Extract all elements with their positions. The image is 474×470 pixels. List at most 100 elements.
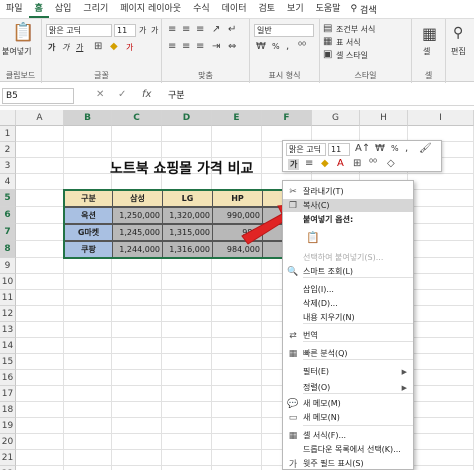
editing-button[interactable]: 편집 bbox=[451, 46, 466, 57]
column-header-e[interactable]: E bbox=[212, 110, 262, 126]
mini-percent-button[interactable]: % bbox=[391, 144, 399, 153]
paste-label[interactable]: 붙여넣기 bbox=[2, 46, 31, 57]
menu-item-clear[interactable]: 내용 지우기(N) bbox=[283, 311, 413, 324]
table-row-label[interactable]: 쿠팡 bbox=[64, 241, 113, 258]
formula-input[interactable]: 구분 bbox=[168, 88, 185, 104]
row-header-11[interactable]: 11 bbox=[0, 290, 16, 306]
font-name-select[interactable]: 맑은 고딕 bbox=[46, 24, 112, 37]
table-cell[interactable]: 1,244,000 bbox=[112, 241, 163, 258]
search-box[interactable]: ⚲ 검색 bbox=[350, 3, 376, 16]
row-header-7[interactable]: 7 bbox=[0, 224, 16, 241]
row-header-20[interactable]: 20 bbox=[0, 434, 16, 450]
row-header-19[interactable]: 19 bbox=[0, 418, 16, 434]
currency-icon[interactable]: ₩ bbox=[256, 41, 266, 53]
function-icon[interactable]: fx bbox=[142, 89, 151, 100]
mini-bold-button[interactable]: 가 bbox=[288, 159, 300, 170]
row-header-22[interactable]: 22 bbox=[0, 466, 16, 470]
tab-draw[interactable]: 그리기 bbox=[77, 0, 114, 18]
cell-style-button[interactable]: 셀 스타일 bbox=[336, 50, 368, 61]
tab-file[interactable]: 파일 bbox=[0, 0, 29, 18]
align-top-icon[interactable]: ≡ bbox=[168, 24, 176, 36]
mini-font-select[interactable]: 맑은 고딕 bbox=[286, 143, 326, 156]
row-header-8[interactable]: 8 bbox=[0, 241, 16, 258]
table-row-label[interactable]: 옥션 bbox=[64, 207, 113, 224]
column-header-h[interactable]: H bbox=[360, 110, 408, 126]
column-header-d[interactable]: D bbox=[162, 110, 212, 126]
tab-view[interactable]: 보기 bbox=[281, 0, 310, 18]
find-icon[interactable]: ⚲ bbox=[453, 25, 463, 41]
row-header-3[interactable]: 3 bbox=[0, 158, 16, 174]
row-header-17[interactable]: 17 bbox=[0, 386, 16, 402]
row-header-6[interactable]: 6 bbox=[0, 207, 16, 224]
table-format-icon[interactable]: ▦ bbox=[323, 36, 332, 48]
column-header-f[interactable]: F bbox=[262, 110, 312, 126]
conditional-format-icon[interactable]: ▤ bbox=[323, 23, 332, 35]
align-left-icon[interactable]: ≡ bbox=[168, 41, 176, 53]
menu-item-dropdown-pick[interactable]: 드롭다운 목록에서 선택(K)... bbox=[283, 443, 413, 456]
menu-item-insert[interactable]: 삽입(I)... bbox=[283, 283, 413, 296]
menu-item-paste-special[interactable]: 선택하여 붙여넣기(S)... bbox=[283, 251, 413, 264]
font-shrink-button[interactable]: 가 bbox=[151, 25, 158, 36]
row-header-16[interactable]: 16 bbox=[0, 370, 16, 386]
mini-fill-icon[interactable]: ◆ bbox=[321, 158, 329, 170]
select-all-corner[interactable] bbox=[0, 110, 16, 126]
table-cell[interactable]: 1,316,000 bbox=[162, 241, 213, 258]
mini-border-icon[interactable]: ⊞ bbox=[353, 158, 361, 170]
table-row-label[interactable]: G마켓 bbox=[64, 224, 113, 241]
row-header-4[interactable]: 4 bbox=[0, 174, 16, 190]
menu-item-sort[interactable]: 정렬(O) ▶ bbox=[283, 381, 413, 394]
tab-data[interactable]: 데이터 bbox=[216, 0, 253, 18]
number-format-select[interactable]: 일반 bbox=[254, 24, 314, 37]
align-middle-icon[interactable]: ≡ bbox=[182, 24, 190, 36]
indent-icon[interactable]: ⇥ bbox=[212, 41, 220, 53]
mini-comma-icon[interactable]: , bbox=[405, 143, 408, 155]
row-header-2[interactable]: 2 bbox=[0, 142, 16, 158]
orientation-icon[interactable]: ↗ bbox=[212, 24, 220, 36]
table-header-cell[interactable]: 삼성 bbox=[112, 190, 163, 207]
wrap-text-icon[interactable]: ↵ bbox=[228, 24, 236, 36]
comma-icon[interactable]: , bbox=[286, 41, 289, 53]
mini-align-icon[interactable]: ≡ bbox=[305, 158, 313, 170]
row-header-13[interactable]: 13 bbox=[0, 322, 16, 338]
tab-home[interactable]: 홈 bbox=[28, 0, 49, 18]
table-cell[interactable]: 1,250,000 bbox=[112, 207, 163, 224]
mini-eraser-icon[interactable]: ◇ bbox=[387, 158, 395, 170]
menu-item-new-note[interactable]: ▭ 새 메모(N) bbox=[283, 411, 413, 424]
menu-item-scissors[interactable]: ✂ 잘라내기(T) bbox=[283, 185, 413, 198]
column-header-i[interactable]: I bbox=[408, 110, 474, 126]
mini-painter-icon[interactable]: 🖌 bbox=[419, 143, 432, 155]
row-header-21[interactable]: 21 bbox=[0, 450, 16, 466]
mini-decimal-icon[interactable]: ⁰⁰ bbox=[369, 158, 377, 170]
italic-button[interactable]: 가 bbox=[62, 42, 69, 53]
column-header-a[interactable]: A bbox=[16, 110, 64, 126]
fill-color-icon[interactable]: ◆ bbox=[110, 41, 118, 53]
menu-item-filter[interactable]: 필터(E) ▶ bbox=[283, 365, 413, 378]
cells-button[interactable]: 셀 bbox=[423, 46, 430, 57]
column-header-c[interactable]: C bbox=[112, 110, 162, 126]
align-bottom-icon[interactable]: ≡ bbox=[196, 24, 204, 36]
sheet-title[interactable]: 노트북 쇼핑몰 가격 비교 bbox=[110, 158, 253, 178]
table-format-button[interactable]: 표 서식 bbox=[336, 37, 361, 48]
column-header-b[interactable]: B bbox=[64, 110, 112, 126]
align-right-icon[interactable]: ≡ bbox=[196, 41, 204, 53]
mini-grow-icon[interactable]: A↑ bbox=[355, 143, 370, 155]
mini-size-select[interactable]: 11 bbox=[328, 143, 350, 156]
menu-item-format-cells[interactable]: ▦ 셀 서식(F)... bbox=[283, 429, 413, 442]
menu-item-new-comment[interactable]: 💬 새 메모(M) bbox=[283, 397, 413, 410]
menu-item-clipboard[interactable]: 📋 bbox=[283, 228, 413, 246]
tab-formulas[interactable]: 수식 bbox=[187, 0, 216, 18]
percent-button[interactable]: % bbox=[272, 42, 280, 51]
border-icon[interactable]: ⊞ bbox=[94, 41, 102, 53]
row-header-18[interactable]: 18 bbox=[0, 402, 16, 418]
align-center-icon[interactable]: ≡ bbox=[182, 41, 190, 53]
conditional-format-button[interactable]: 조건부 서식 bbox=[336, 24, 375, 35]
menu-item-phonetic[interactable]: 가 윗주 필드 표시(S) bbox=[283, 457, 413, 469]
cancel-icon[interactable]: ✕ bbox=[96, 89, 104, 100]
menu-item-quick-analysis[interactable]: ▦ 빠른 분석(Q) bbox=[283, 347, 413, 360]
bold-button[interactable]: 가 bbox=[48, 42, 55, 53]
decimal-icon[interactable]: ⁰⁰ bbox=[298, 41, 306, 53]
tab-review[interactable]: 검토 bbox=[252, 0, 281, 18]
font-color-button[interactable]: 가 bbox=[126, 42, 133, 53]
column-header-g[interactable]: G bbox=[312, 110, 360, 126]
cells-icon[interactable]: ▦ bbox=[422, 25, 437, 43]
